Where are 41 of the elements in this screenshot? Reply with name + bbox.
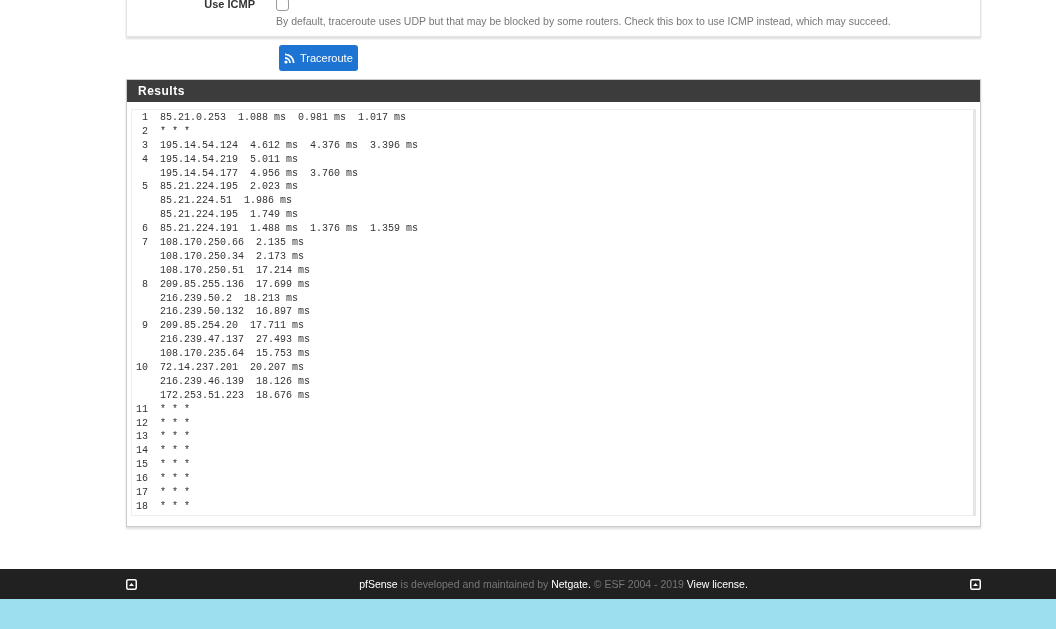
output-line: 12 * * *: [136, 416, 191, 431]
output-line: 216.239.46.139 18.126 ms: [159, 374, 312, 389]
output-line: 216.239.47.137 27.493 ms: [159, 333, 312, 348]
output-line: 108.170.235.64 15.753 ms: [159, 347, 312, 362]
footer-link[interactable]: Netgate.: [551, 578, 591, 590]
use-icmp-checkbox[interactable]: [276, 0, 289, 11]
output-line: 7 108.170.250.66 2.135 ms: [141, 236, 306, 250]
output-line: 2 * * *: [141, 124, 191, 139]
output-line: 85.21.224.51 1.986 ms: [159, 194, 294, 209]
output-line: 8 209.85.255.136 17.699 ms: [141, 277, 312, 292]
output-line: 3 195.14.54.124 4.612 ms 4.376 ms 3.396 ms: [141, 138, 420, 153]
output-line: 172.253.51.223 18.676 ms: [159, 388, 312, 403]
scroll-up-icon[interactable]: [126, 578, 137, 590]
footer-link[interactable]: View license.: [686, 578, 748, 590]
output-line: 5 85.21.224.195 2.023 ms: [141, 180, 300, 195]
output-line: 216.239.50.2 18.213 ms: [159, 291, 300, 306]
output-line: 10 72.14.237.201 20.207 ms: [136, 361, 306, 375]
output-line: 14 * * *: [136, 444, 191, 459]
output-line: 17 * * *: [136, 486, 191, 500]
output-line: 85.21.224.195 1.749 ms: [159, 208, 300, 223]
help-text: By default, traceroute uses UDP but that may be blocked by some routers. Check this box to use ICMP instead, which may succeed.: [276, 15, 892, 27]
output-line: 108.170.250.34 2.173 ms: [159, 249, 306, 264]
output-line: 11 * * *: [136, 402, 191, 417]
output-line: 6 85.21.224.191 1.488 ms 1.376 ms 1.359 ms: [141, 222, 420, 236]
output-line: 15 * * *: [136, 458, 191, 473]
footer-text: pfSense is developed and maintained by Netgate. © ESF 2004 - 2019 View license.: [359, 578, 748, 590]
output-line: 1 85.21.0.253 1.088 ms 0.981 ms 1.017 ms: [141, 111, 408, 125]
field-label: Use ICMP: [203, 0, 255, 12]
traceroute-button[interactable]: Traceroute: [279, 45, 358, 71]
scroll-up-icon[interactable]: [970, 578, 981, 590]
output-line: 13 * * *: [136, 430, 191, 445]
output-line: 216.239.50.132 16.897 ms: [159, 305, 312, 320]
footer-link[interactable]: pfSense: [359, 578, 398, 590]
output-line: 9 209.85.254.20 17.711 ms: [141, 319, 306, 334]
output-line: 195.14.54.177 4.956 ms 3.760 ms: [159, 166, 360, 181]
output-line: 16 * * *: [136, 472, 191, 487]
rss-icon: [284, 52, 295, 64]
output-line: 18 * * *: [136, 499, 191, 514]
panel-header: Results: [127, 80, 980, 102]
output-line: 108.170.250.51 17.214 ms: [159, 263, 312, 278]
output-line: 4 195.14.54.219 5.011 ms: [141, 152, 300, 167]
